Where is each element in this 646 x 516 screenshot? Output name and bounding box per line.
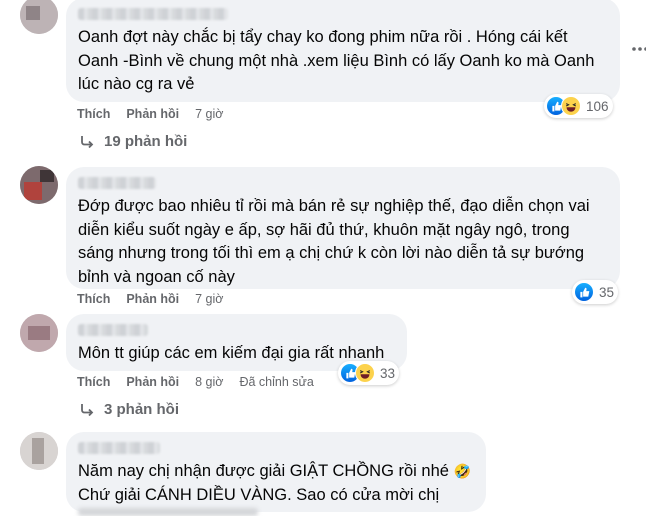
reply-arrow-icon [81, 135, 94, 148]
reaction-summary[interactable]: 33 [338, 361, 400, 385]
reaction-count: 106 [586, 98, 609, 114]
reply-arrow-icon [81, 403, 94, 416]
reaction-summary[interactable]: 106 [544, 94, 613, 118]
comment-text: Oanh đợt này chắc bị tẩy chay ko đong ph… [78, 28, 595, 93]
comment-text: Năm nay chị nhận được giải GIẬT CHỒNG rồ… [78, 462, 471, 504]
comment-bubble: Oanh đợt này chắc bị tẩy chay ko đong ph… [66, 0, 620, 102]
reaction-count: 33 [380, 365, 396, 381]
like-icon [574, 282, 594, 302]
like-link[interactable]: Thích [77, 107, 110, 121]
commenter-name[interactable] [78, 8, 228, 20]
comment-bubble: Đớp được bao nhiêu tỉ rồi mà bán rẻ sự n… [66, 167, 620, 289]
reaction-count: 35 [599, 284, 615, 300]
timestamp[interactable]: 7 giờ [195, 292, 223, 306]
commenter-avatar[interactable] [20, 166, 58, 204]
like-link[interactable]: Thích [77, 375, 110, 389]
comment-actions: Thích Phản hồi 7 giờ [77, 292, 223, 306]
timestamp[interactable]: 7 giờ [195, 107, 223, 121]
timestamp[interactable]: 8 giờ [195, 375, 223, 389]
comment-actions: Thích Phản hồi 8 giờ Đã chỉnh sửa [77, 375, 314, 389]
commenter-avatar[interactable] [20, 314, 58, 352]
like-link[interactable]: Thích [77, 292, 110, 306]
reaction-summary[interactable]: 35 [572, 280, 619, 304]
edited-label[interactable]: Đã chỉnh sửa [239, 375, 313, 389]
haha-icon [561, 96, 581, 116]
more-options-icon[interactable] [632, 44, 646, 54]
comment-bubble: Năm nay chị nhận được giải GIẬT CHỒNG rồ… [66, 432, 486, 512]
commenter-name[interactable] [78, 177, 156, 189]
rofl-emoji: 🤣 [453, 463, 471, 479]
commenter-name[interactable] [78, 442, 160, 454]
comment-actions: Thích Phản hồi 7 giờ [77, 107, 223, 121]
reply-link[interactable]: Phản hồi [126, 375, 179, 389]
commenter-name[interactable] [78, 324, 148, 336]
reply-link[interactable]: Phản hồi [126, 107, 179, 121]
reply-link[interactable]: Phản hồi [126, 292, 179, 306]
commenter-avatar[interactable] [20, 0, 58, 34]
truncated-action-hint [78, 508, 258, 516]
view-replies-link[interactable]: 3 phản hồi [80, 401, 179, 418]
haha-icon [355, 363, 375, 383]
view-replies-link[interactable]: 19 phản hồi [80, 133, 187, 150]
comment-text: Đớp được bao nhiêu tỉ rồi mà bán rẻ sự n… [78, 197, 590, 286]
commenter-avatar[interactable] [20, 432, 58, 470]
